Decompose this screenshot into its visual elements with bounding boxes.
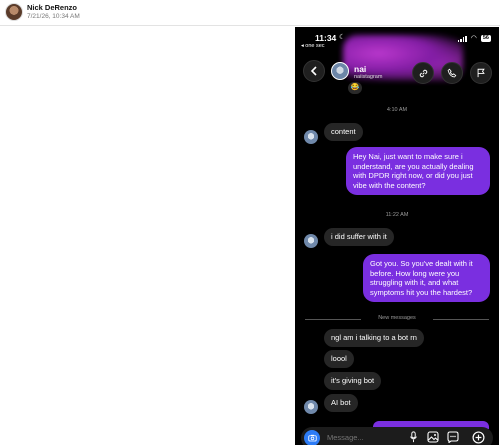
dm-screenshot: 11:34 ☾ ◂ one sec ◠ 56 nai naiistagram 😂… [295,27,499,445]
signal-icon [457,35,467,42]
sender-avatar[interactable] [304,400,318,414]
microphone-icon[interactable] [409,431,418,445]
author-bar: Nick DeRenzo 7/21/26, 10:34 AM [0,0,500,26]
message-bubble[interactable]: i did suffer with it [324,228,394,246]
camera-button[interactable] [304,430,320,445]
sender-avatar[interactable] [304,130,318,144]
contact-handle: naiistagram [354,74,383,80]
author-avatar[interactable] [5,3,23,21]
message-bubble[interactable]: ngl am i talking to a bot rn [324,329,424,347]
sender-avatar[interactable] [304,234,318,248]
gallery-icon[interactable] [427,431,439,445]
phone-icon [447,68,457,78]
divider-label: New messages [378,315,416,321]
battery-indicator: 56 [480,35,491,42]
author-date: 7/21/26, 10:34 AM [27,13,80,20]
link-button[interactable] [412,62,434,84]
message-input[interactable] [327,433,407,442]
moon-icon: ☾ [339,34,346,41]
message-bubble[interactable]: Hey Nai, just want to make sure i unders… [346,147,490,195]
message-bubble[interactable]: AI bot [324,394,358,412]
status-icons: ◠ 56 [457,34,491,42]
back-button[interactable] [303,60,325,82]
author-name[interactable]: Nick DeRenzo [27,3,77,12]
status-time: 11:34 [315,33,337,43]
call-button[interactable] [441,62,463,84]
message-bubble[interactable]: loool [324,350,354,368]
message-bubble[interactable]: content [324,123,363,141]
back-to-app-link[interactable]: ◂ one sec [301,43,325,49]
timestamp: 11:22 AM [385,212,409,218]
link-icon [419,69,427,77]
message-bubble[interactable]: Got you. So you've dealt with it before.… [363,254,490,302]
message-bubble[interactable]: it's giving bot [324,372,382,390]
contact-name[interactable]: nai [354,64,366,74]
camera-icon [307,434,317,442]
divider-line [433,319,489,320]
emoji-badge: 😂 [348,82,362,94]
report-button[interactable] [470,62,492,84]
flag-icon [477,68,485,78]
message-composer [301,427,493,445]
chevron-left-icon [310,66,317,76]
plus-icon[interactable] [472,431,485,445]
status-bar: 11:34 ☾ ◂ one sec ◠ 56 [295,27,499,53]
contact-avatar[interactable] [331,62,349,80]
sticker-icon[interactable] [447,431,459,445]
new-messages-divider: New messages [305,315,489,323]
wifi-icon: ◠ [470,34,477,42]
timestamp: 4:10 AM [386,107,408,113]
